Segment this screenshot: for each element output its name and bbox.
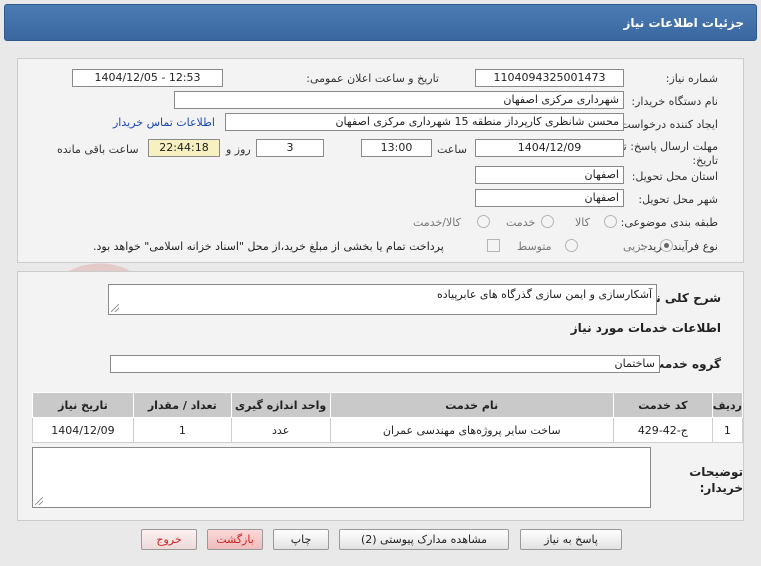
- need-number-field[interactable]: 1104094325001473: [475, 69, 624, 87]
- process-small-label: جزیی: [623, 240, 649, 253]
- col-code-header: کد خدمت: [612, 392, 713, 418]
- days-label: روز و: [226, 143, 251, 156]
- category-label: طبقه بندی موضوعی:: [620, 216, 718, 229]
- category-goods-label: کالا: [575, 216, 590, 229]
- category-goods-service-radio[interactable]: [477, 215, 490, 228]
- category-goods-service-label: کالا/خدمت: [413, 216, 461, 229]
- process-small-radio[interactable]: [660, 239, 673, 252]
- buyer-org-field[interactable]: شهرداری مرکزی اصفهان: [174, 91, 624, 109]
- category-service-radio[interactable]: [541, 215, 554, 228]
- need-summary-textarea[interactable]: آشکارسازی و ایمن سازی گذرگاه های عابرپیا…: [108, 284, 657, 315]
- deadline-date-field[interactable]: 1404/12/09: [475, 139, 624, 157]
- col-row-header: ردیف: [711, 392, 744, 418]
- buyer-notes-label-2: خریدار:: [699, 481, 743, 495]
- process-medium-radio[interactable]: [565, 239, 578, 252]
- exit-button[interactable]: خروج: [141, 529, 197, 550]
- announce-field[interactable]: 1404/12/05 - 12:53: [72, 69, 223, 87]
- col-date-header: تاریخ نیاز: [32, 392, 134, 418]
- province-label: استان محل تحویل:: [631, 170, 718, 183]
- need-summary-text: آشکارسازی و ایمن سازی گذرگاه های عابرپیا…: [436, 288, 652, 301]
- buyer-org-label: نام دستگاه خریدار:: [631, 95, 718, 108]
- cell-quantity: 1: [132, 417, 232, 443]
- deadline-date-label: تاریخ:: [692, 154, 718, 167]
- treasury-payment-note: پرداخت تمام یا بخشی از مبلغ خرید،از محل …: [93, 240, 444, 253]
- table-header-row: ردیف کد خدمت نام خدمت واحد اندازه گیری ت…: [32, 392, 744, 418]
- buyer-contact-link[interactable]: اطلاعات تماس خریدار: [113, 116, 215, 129]
- process-medium-label: متوسط: [517, 240, 552, 253]
- cell-row: 1: [711, 417, 744, 443]
- print-button[interactable]: چاپ: [273, 529, 329, 550]
- back-button[interactable]: بازگشت: [207, 529, 263, 550]
- time-label: ساعت: [437, 143, 467, 156]
- province-field[interactable]: اصفهان: [475, 166, 624, 184]
- announce-label: تاریخ و ساعت اعلان عمومی:: [306, 72, 439, 85]
- process-label: نوع فرآیند خرید :: [640, 240, 718, 253]
- buyer-notes-label: توضیحات: [689, 465, 743, 479]
- city-label: شهر محل تحویل:: [638, 193, 718, 206]
- category-service-label: خدمت: [506, 216, 536, 229]
- cell-unit: عدد: [230, 417, 331, 443]
- buyer-notes-textarea[interactable]: [32, 447, 651, 508]
- resize-grip-icon[interactable]: [111, 304, 119, 312]
- creator-label: ایجاد کننده درخواست:: [616, 118, 718, 131]
- service-group-field[interactable]: ساختمان: [110, 355, 660, 373]
- remaining-time-field: 22:44:18: [148, 139, 220, 157]
- need-info-panel: [17, 58, 744, 263]
- need-number-label: شماره نیاز:: [665, 72, 718, 85]
- window-title: جزئیات اطلاعات نیاز: [4, 4, 757, 41]
- remaining-label: ساعت باقی مانده: [57, 143, 139, 156]
- days-remaining-field[interactable]: 3: [256, 139, 324, 157]
- treasury-payment-checkbox[interactable]: [487, 239, 500, 252]
- col-quantity-header: تعداد / مقدار: [132, 392, 232, 418]
- category-goods-radio[interactable]: [604, 215, 617, 228]
- deadline-label: مهلت ارسال پاسخ: تا: [620, 140, 718, 153]
- services-table: ردیف کد خدمت نام خدمت واحد اندازه گیری ت…: [32, 392, 744, 443]
- table-row[interactable]: 1 ج-42-429 ساخت سایر پروژه‌های مهندسی عم…: [32, 417, 744, 443]
- reply-button[interactable]: پاسخ به نیاز: [520, 529, 622, 550]
- services-section-title: اطلاعات خدمات مورد نیاز: [570, 321, 721, 335]
- cell-name: ساخت سایر پروژه‌های مهندسی عمران: [329, 417, 614, 443]
- creator-field[interactable]: محسن شانظری کارپرداز منطقه 15 شهرداری مر…: [225, 113, 624, 131]
- col-name-header: نام خدمت: [329, 392, 614, 418]
- city-field[interactable]: اصفهان: [475, 189, 624, 207]
- view-attachments-button[interactable]: مشاهده مدارک پیوستی (2): [339, 529, 509, 550]
- cell-code: ج-42-429: [612, 417, 713, 443]
- resize-grip-icon[interactable]: [35, 497, 43, 505]
- col-unit-header: واحد اندازه گیری: [230, 392, 331, 418]
- deadline-time-field[interactable]: 13:00: [361, 139, 432, 157]
- cell-date: 1404/12/09: [32, 417, 134, 443]
